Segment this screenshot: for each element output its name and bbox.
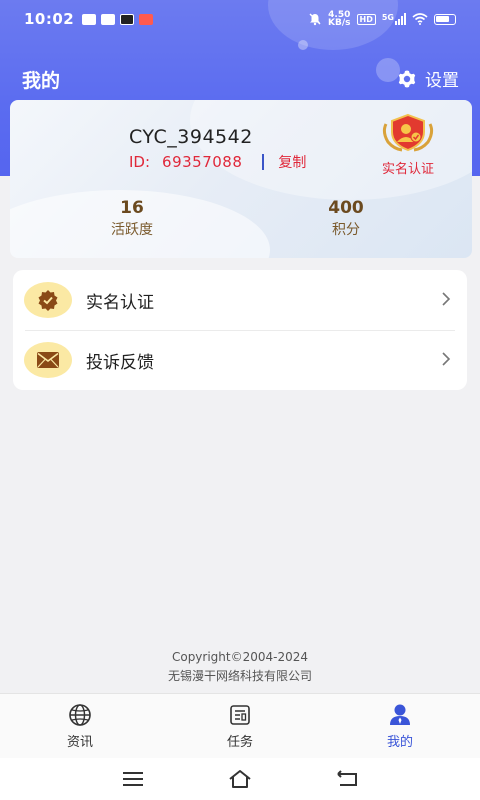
menu-icon[interactable] [121, 768, 145, 790]
copy-button[interactable]: 复制 [278, 152, 306, 172]
tab-label: 资讯 [66, 734, 93, 750]
envelope-icon [24, 342, 72, 378]
wifi-icon [412, 13, 428, 25]
home-icon[interactable] [228, 768, 252, 790]
system-navigation-bar [0, 758, 480, 800]
status-bar: 10:02 4.50 KB/s HD 5G [0, 0, 480, 38]
id-separator [262, 154, 265, 170]
mute-icon [309, 13, 321, 26]
user-icon [387, 703, 413, 727]
activity-stat[interactable]: 16 活跃度 [92, 198, 172, 239]
hd-badge: HD [356, 13, 376, 25]
app-notification-icon [82, 13, 97, 25]
network-label: 5G [381, 13, 394, 22]
status-indicators: 4.50 KB/s HD 5G [308, 11, 456, 28]
real-name-verify-badge[interactable]: 实名认证 [376, 112, 440, 177]
tiktok-notification-icon [120, 13, 135, 25]
page-title: 我的 [22, 70, 61, 92]
chevron-right-icon [442, 352, 451, 366]
decorative-circle [298, 40, 308, 50]
user-id-row: ID: 69357088 复制 [129, 152, 306, 172]
gear-icon [397, 69, 417, 89]
copyright-text: Copyright©2004-2024 [171, 650, 309, 664]
profile-card: CYC_394542 ID: 69357088 复制 实名认证 16 活跃度 4… [10, 100, 472, 258]
menu-item-label: 实名认证 [86, 292, 154, 313]
activity-value: 16 [120, 198, 144, 218]
tab-label: 任务 [226, 734, 253, 750]
net-speed: 4.50 KB/s [328, 11, 351, 28]
tab-label: 我的 [386, 734, 413, 750]
menu-list: 实名认证 投诉反馈 [13, 270, 467, 390]
menu-item-label: 投诉反馈 [86, 352, 154, 373]
settings-label: 设置 [425, 71, 459, 91]
mail-notification-icon [101, 13, 116, 25]
company-name: 无锡漫干网络科技有限公司 [167, 669, 312, 683]
notification-icons [82, 13, 154, 25]
signal-icon [395, 13, 406, 25]
news-icon [227, 703, 253, 727]
back-icon[interactable] [335, 768, 359, 790]
chevron-right-icon [442, 292, 451, 306]
menu-item-real-name-verify[interactable]: 实名认证 [13, 270, 467, 330]
points-label: 积分 [332, 222, 360, 238]
user-id: 69357088 [162, 153, 243, 171]
menu-item-feedback[interactable]: 投诉反馈 [13, 330, 467, 390]
settings-button[interactable]: 设置 [397, 66, 459, 91]
verified-shield-icon [382, 113, 434, 152]
bottom-tab-bar: 资讯 任务 我的 [0, 693, 480, 758]
activity-label: 活跃度 [111, 222, 153, 238]
tab-news[interactable]: 资讯 [0, 694, 160, 758]
id-prefix: ID: [129, 153, 151, 171]
verified-badge-icon [24, 282, 72, 318]
username: CYC_394542 [129, 126, 253, 148]
globe-icon [67, 703, 93, 727]
network-type: 5G [382, 13, 406, 25]
battery-icon [434, 13, 456, 25]
copyright-footer: Copyright©2004-2024 无锡漫干网络科技有限公司 [0, 648, 480, 686]
points-stat[interactable]: 400 积分 [306, 198, 386, 239]
tab-mine[interactable]: 我的 [320, 694, 480, 758]
status-time: 10:02 [24, 10, 75, 28]
tab-tasks[interactable]: 任务 [160, 694, 320, 758]
net-speed-unit: KB/s [328, 18, 351, 28]
app-notification-icon [139, 13, 154, 25]
verify-label: 实名认证 [381, 162, 434, 177]
points-value: 400 [328, 198, 364, 218]
